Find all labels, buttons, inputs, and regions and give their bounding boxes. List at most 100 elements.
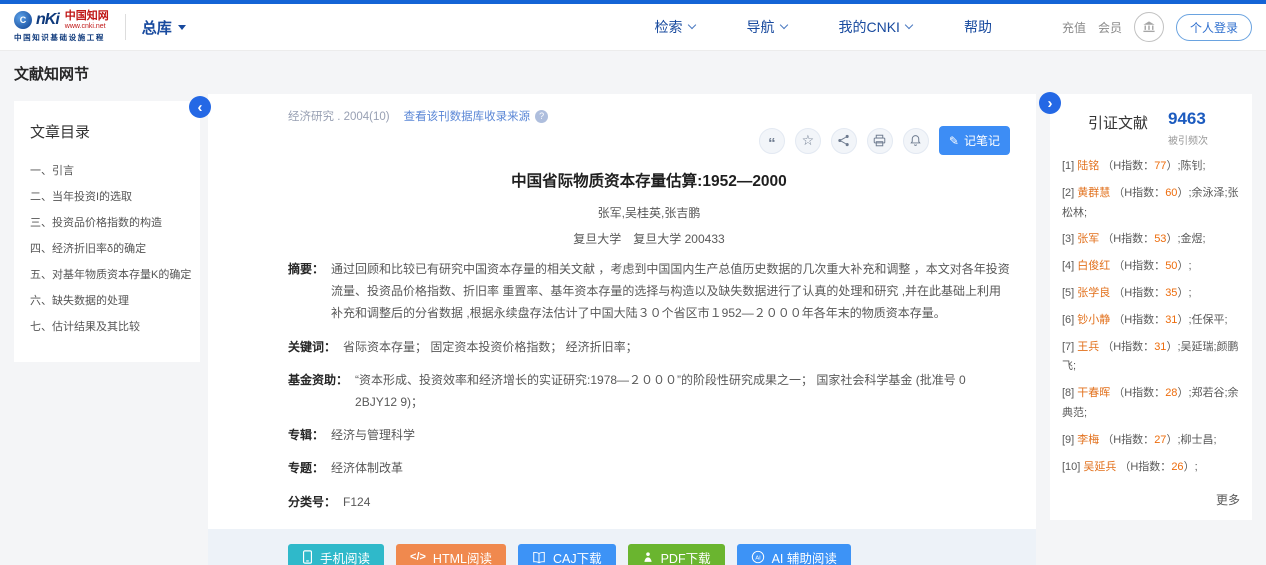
caj-download-button[interactable]: CAJ下载 xyxy=(518,544,616,565)
field-value: 省际资本存量； 固定资本投资价格指数； 经济折旧率； xyxy=(343,336,1010,358)
pdf-download-button[interactable]: PDF下载 xyxy=(628,544,725,565)
toc-title: 文章目录 xyxy=(30,121,186,142)
citation-author-link[interactable]: 黄群慧 xyxy=(1077,187,1110,199)
citation-author-link[interactable]: 王兵 xyxy=(1077,341,1099,353)
header-divider xyxy=(125,14,126,40)
article-field: 专题：经济体制改革 xyxy=(288,457,1010,479)
citation-author-link[interactable]: 张军 xyxy=(1077,233,1099,245)
toc-item[interactable]: 一、引言 xyxy=(30,158,186,184)
citation-author-link[interactable]: 李梅 xyxy=(1077,434,1099,446)
toc-card: 文章目录 一、引言二、当年投资I的选取三、投资品价格指数的构造四、经济折旧率δ的… xyxy=(14,101,200,362)
institution-login-icon[interactable] xyxy=(1134,12,1164,42)
citation-coauthors: ; xyxy=(1188,287,1191,299)
collapse-right-sidebar-button[interactable]: › xyxy=(1039,92,1061,114)
share-icon[interactable] xyxy=(831,128,857,154)
citation-author-link[interactable]: 张学良 xyxy=(1077,287,1110,299)
citation-author-link[interactable]: 吴延兵 xyxy=(1083,461,1116,473)
citation-coauthors: ;任保平; xyxy=(1188,314,1227,326)
citation-item: [7]王兵（H指数：31）;吴延瑞;颜鹏飞; xyxy=(1062,338,1240,378)
citations-title: 引证文献 xyxy=(1088,112,1148,133)
field-value: “资本形成、投资效率和经济增长的实证研究:1978—２０００”的阶段性研究成果之… xyxy=(355,369,1010,413)
toc-item[interactable]: 三、投资品价格指数的构造 xyxy=(30,210,186,236)
database-switcher-label: 总库 xyxy=(142,17,172,38)
nav-item-检索[interactable]: 检索 xyxy=(655,17,695,37)
citation-coauthors: ;陈钊; xyxy=(1177,160,1205,172)
citation-author-link[interactable]: 钞小静 xyxy=(1077,314,1110,326)
phone-icon xyxy=(302,550,313,564)
citation-item: [2]黄群慧（H指数：60）;余泳泽;张松林; xyxy=(1062,184,1240,224)
cnki-domain: www.cnki.net xyxy=(65,23,109,30)
print-icon[interactable] xyxy=(867,128,893,154)
caret-down-icon xyxy=(178,25,186,30)
citation-number: [9] xyxy=(1062,434,1074,446)
take-note-label: 记笔记 xyxy=(964,132,1000,149)
citation-number: [8] xyxy=(1062,387,1074,399)
book-icon xyxy=(532,551,546,564)
personal-login-button[interactable]: 个人登录 xyxy=(1176,14,1252,41)
field-label: 专辑： xyxy=(288,424,324,446)
nav-item-我的CNKI[interactable]: 我的CNKI xyxy=(839,17,912,37)
citation-author-link[interactable]: 白俊红 xyxy=(1077,260,1110,272)
cnki-logo[interactable]: C nKi 中国知网 www.cnki.net 中国知识基础设施工程 xyxy=(14,11,109,43)
chevron-down-icon xyxy=(905,21,913,29)
toc-item[interactable]: 七、估计结果及其比较 xyxy=(30,314,186,340)
field-label: 分类号： xyxy=(288,491,336,513)
citation-number: [1] xyxy=(1062,160,1074,172)
ai-assist-read-button[interactable]: AIAI 辅助阅读 xyxy=(737,544,851,565)
toc-item[interactable]: 六、缺失数据的处理 xyxy=(30,288,186,314)
journal-db-source-link[interactable]: 查看该刊数据库收录来源 xyxy=(404,108,531,124)
field-label: 基金资助： xyxy=(288,369,348,413)
more-citations-link[interactable]: 更多 xyxy=(1062,491,1240,508)
page-title: 文献知网节 xyxy=(0,51,1266,94)
article-title: 中国省际物质资本存量估算:1952—2000 xyxy=(288,169,1010,191)
main-nav: 检索 导航 我的CNKI 帮助 xyxy=(655,17,992,37)
collapse-left-sidebar-button[interactable]: ‹ xyxy=(189,96,211,118)
citation-item: [5]张学良（H指数：35）; xyxy=(1062,284,1240,304)
member-link[interactable]: 会员 xyxy=(1098,19,1122,36)
citation-number: [2] xyxy=(1062,187,1074,199)
citations-count[interactable]: 9463 xyxy=(1168,110,1208,127)
citation-coauthors: ; xyxy=(1188,260,1191,272)
database-switcher[interactable]: 总库 xyxy=(142,17,186,38)
citation-item: [4]白俊红（H指数：50）; xyxy=(1062,257,1240,277)
nav-item-帮助[interactable]: 帮助 xyxy=(964,17,992,37)
citation-h-index: （H指数：31） xyxy=(1102,341,1177,353)
citations-count-label: 被引频次 xyxy=(1168,132,1208,147)
citation-h-index: （H指数：77） xyxy=(1102,160,1177,172)
article-field: 基金资助：“资本形成、投资效率和经济增长的实证研究:1978—２０００”的阶段性… xyxy=(288,369,1010,413)
toc-item[interactable]: 二、当年投资I的选取 xyxy=(30,184,186,210)
favorite-star-icon[interactable]: ☆ xyxy=(795,128,821,154)
quote-icon[interactable]: “ xyxy=(759,128,785,154)
chevron-down-icon xyxy=(687,21,695,29)
take-note-button[interactable]: ✎ 记笔记 xyxy=(939,126,1010,155)
citation-number: [10] xyxy=(1062,461,1080,473)
alert-bell-icon[interactable] xyxy=(903,128,929,154)
toc-item[interactable]: 四、经济折旧率δ的确定 xyxy=(30,236,186,262)
nav-item-导航[interactable]: 导航 xyxy=(747,17,787,37)
article-affiliation: 复旦大学 复旦大学 200433 xyxy=(288,230,1010,247)
svg-text:AI: AI xyxy=(755,555,761,561)
citation-coauthors: ;金煜; xyxy=(1177,233,1205,245)
help-icon[interactable]: ? xyxy=(535,110,548,123)
article-field: 专辑：经济与管理科学 xyxy=(288,424,1010,446)
chevron-down-icon xyxy=(779,21,787,29)
field-label: 专题： xyxy=(288,457,324,479)
toc-list: 一、引言二、当年投资I的选取三、投资品价格指数的构造四、经济折旧率δ的确定五、对… xyxy=(30,158,186,340)
citation-h-index: （H指数：27） xyxy=(1102,434,1177,446)
html-read-button[interactable]: </>HTML阅读 xyxy=(396,544,506,565)
article-field: 分类号：F124 xyxy=(288,491,1010,513)
citation-h-index: （H指数：50） xyxy=(1113,260,1188,272)
citation-item: [8]干春晖（H指数：28）;郑若谷;余典范; xyxy=(1062,384,1240,424)
cnki-name-zh: 中国知网 xyxy=(65,11,109,23)
mobile-read-button[interactable]: 手机阅读 xyxy=(288,544,384,565)
ai-icon: AI xyxy=(751,550,765,564)
toc-item[interactable]: 五、对基年物质资本存量K的确定 xyxy=(30,262,186,288)
article-authors[interactable]: 张军,吴桂英,张吉鹏 xyxy=(288,204,1010,221)
citation-number: [5] xyxy=(1062,287,1074,299)
citation-author-link[interactable]: 陆铭 xyxy=(1077,160,1099,172)
citation-author-link[interactable]: 干春晖 xyxy=(1077,387,1110,399)
recharge-link[interactable]: 充值 xyxy=(1062,19,1086,36)
journal-source[interactable]: 经济研究 . 2004(10) xyxy=(288,108,390,124)
citation-item: [6]钞小静（H指数：31）;任保平; xyxy=(1062,311,1240,331)
citation-coauthors: ; xyxy=(1195,461,1198,473)
